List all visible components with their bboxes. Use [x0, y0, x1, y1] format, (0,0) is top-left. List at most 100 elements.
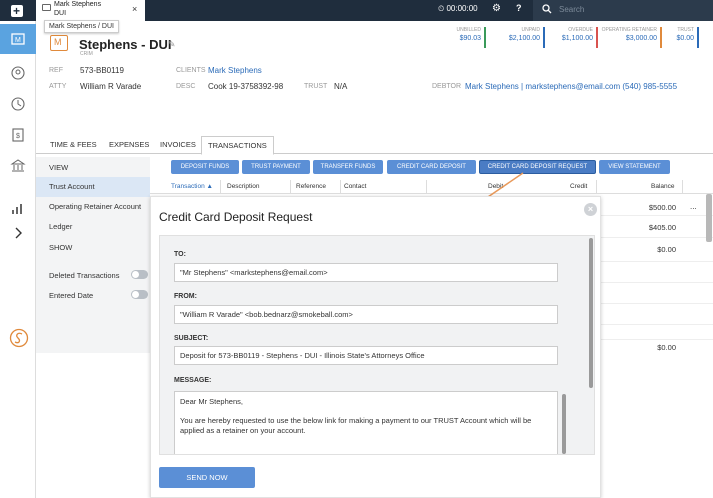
- col-description[interactable]: Description: [227, 183, 260, 190]
- financial-unpaid[interactable]: Unpaid $2,100.00: [489, 27, 545, 48]
- matter-type: CRIM: [80, 51, 93, 57]
- sidebar-item-ledger[interactable]: Ledger: [36, 217, 150, 237]
- col-transaction[interactable]: Transaction ▲: [171, 183, 213, 190]
- close-icon[interactable]: ×: [584, 203, 597, 216]
- financial-overdue[interactable]: Overdue $1,100.00: [548, 27, 598, 48]
- left-rail: M $: [0, 21, 36, 498]
- svg-text:$: $: [16, 133, 20, 140]
- reports-icon: [12, 204, 22, 214]
- tab-close-button[interactable]: ×: [132, 4, 137, 14]
- dialog-title: Credit Card Deposit Request: [159, 210, 313, 224]
- table-scrollbar[interactable]: [706, 194, 712, 242]
- timer[interactable]: ⏲ 00:00:00: [438, 4, 478, 14]
- sidebar-item-operating-retainer[interactable]: Operating Retainer Account: [36, 197, 150, 217]
- transfer-funds-button[interactable]: TRANSFER FUNDS: [313, 160, 383, 174]
- transactions-sidebar: VIEW Trust Account Operating Retainer Ac…: [36, 157, 150, 353]
- search-placeholder: Search: [559, 5, 585, 14]
- row-menu-button[interactable]: ...: [690, 202, 697, 211]
- matter-icon: M: [11, 33, 25, 45]
- clock-icon: [11, 97, 25, 111]
- rail-expand[interactable]: [0, 218, 36, 248]
- entered-date-toggle[interactable]: [131, 290, 148, 299]
- tab-subtitle: DUI: [54, 10, 67, 17]
- financial-value: $0.00: [676, 35, 694, 42]
- matter-tab[interactable]: Mark Stephens DUI ×: [36, 0, 145, 21]
- col-balance[interactable]: Balance: [651, 183, 675, 190]
- debtor-value[interactable]: Mark Stephens | markstephens@email.com (…: [465, 82, 677, 91]
- trust-value: N/A: [334, 82, 348, 91]
- search-icon: [542, 4, 552, 14]
- rail-time[interactable]: [0, 89, 36, 119]
- rail-billing[interactable]: $: [0, 120, 36, 150]
- edit-pencil-icon[interactable]: ✎: [168, 39, 176, 50]
- financial-label: Overdue: [568, 27, 593, 33]
- help-icon[interactable]: ?: [516, 3, 522, 13]
- tab-tooltip: Mark Stephens / DUI: [44, 20, 119, 33]
- message-label: MESSAGE:: [174, 377, 212, 384]
- tab-expenses[interactable]: EXPENSES: [109, 140, 149, 149]
- desc-value: Cook 19-3758392-98: [208, 82, 284, 91]
- balance-cell: $405.00: [648, 223, 676, 232]
- deposit-funds-button[interactable]: DEPOSIT FUNDS: [171, 160, 239, 174]
- dialog-body: TO: "Mr Stephens" <markstephens@email.co…: [159, 235, 595, 455]
- trust-label: TRUST: [304, 83, 328, 90]
- financial-trust[interactable]: Trust $0.00: [665, 27, 699, 48]
- tab-invoices[interactable]: INVOICES: [160, 140, 196, 149]
- plus-icon: +: [10, 4, 23, 17]
- tab-transactions[interactable]: TRANSACTIONS: [201, 136, 274, 155]
- subject-field[interactable]: Deposit for 573-BB0119 - Stephens - DUI …: [174, 346, 558, 365]
- sidebar-item-trust-account[interactable]: Trust Account: [36, 177, 150, 197]
- message-scrollbar[interactable]: [562, 394, 566, 454]
- from-field[interactable]: "William R Varade" <bob.bednarz@smokebal…: [174, 305, 558, 324]
- financial-unbilled[interactable]: Unbilled $90.03: [441, 27, 486, 48]
- col-contact[interactable]: Contact: [344, 183, 366, 190]
- balance-cell: $500.00: [648, 203, 676, 212]
- view-heading: VIEW: [49, 163, 69, 172]
- tab-title: Mark Stephens: [54, 1, 102, 8]
- desc-label: DESC: [176, 83, 196, 90]
- show-heading: SHOW: [49, 243, 73, 252]
- financial-label: Trust: [677, 27, 694, 33]
- transactions-table-header: Transaction ▲ Description Reference Cont…: [150, 180, 713, 194]
- new-item-button[interactable]: +: [0, 0, 33, 21]
- financial-value: $2,100.00: [508, 35, 540, 42]
- rail-matters[interactable]: M: [0, 24, 36, 54]
- from-label: FROM:: [174, 293, 197, 300]
- dialog-scrollbar[interactable]: [589, 238, 593, 388]
- view-statement-button[interactable]: VIEW STATEMENT: [599, 160, 670, 174]
- clients-value[interactable]: Mark Stephens: [208, 66, 262, 75]
- balance-cell: $0.00: [657, 343, 676, 352]
- financial-value: $90.03: [459, 35, 481, 42]
- send-now-button[interactable]: SEND NOW: [159, 467, 255, 488]
- ref-value: 573-BB0119: [80, 66, 124, 75]
- sort-asc-icon: ▲: [206, 183, 213, 190]
- search-input[interactable]: Search: [533, 0, 713, 21]
- financial-operating-retainer[interactable]: Operating Retainer $3,000.00: [601, 27, 662, 48]
- to-field[interactable]: "Mr Stephens" <markstephens@email.com>: [174, 263, 558, 282]
- col-transaction-label: Transaction: [171, 183, 205, 190]
- deleted-transactions-toggle[interactable]: [131, 270, 148, 279]
- matter-icon: [50, 35, 68, 51]
- top-bar: + Mark Stephens DUI × ⏲ 00:00:00 ⚙ ? Sea…: [0, 0, 713, 21]
- gear-icon[interactable]: ⚙: [492, 3, 501, 14]
- credit-card-deposit-request-dialog: Credit Card Deposit Request × TO: "Mr St…: [150, 196, 601, 498]
- matter-subtabs: TIME & FEES EXPENSES INVOICES TRANSACTIO…: [36, 136, 713, 155]
- financial-label: Operating Retainer: [601, 27, 657, 33]
- financial-label: Unpaid: [521, 27, 540, 33]
- message-body: You are hereby requested to use the belo…: [180, 416, 532, 435]
- folder-icon: [42, 4, 51, 11]
- financial-value: $3,000.00: [625, 35, 657, 42]
- rail-bank[interactable]: [0, 151, 36, 181]
- col-reference[interactable]: Reference: [296, 183, 326, 190]
- message-greeting: Dear Mr Stephens,: [180, 397, 243, 406]
- rail-contacts[interactable]: [0, 58, 36, 88]
- col-credit[interactable]: Credit: [570, 183, 587, 190]
- subject-label: SUBJECT:: [174, 335, 209, 342]
- trust-payment-button[interactable]: TRUST PAYMENT: [242, 160, 310, 174]
- debtor-label: DEBTOR: [432, 83, 462, 90]
- message-field[interactable]: Dear Mr Stephens, You are hereby request…: [174, 391, 566, 454]
- to-label: TO:: [174, 251, 186, 258]
- tab-time-fees[interactable]: TIME & FEES: [50, 140, 97, 149]
- financial-value: $1,100.00: [561, 35, 593, 42]
- contacts-icon: [11, 66, 25, 80]
